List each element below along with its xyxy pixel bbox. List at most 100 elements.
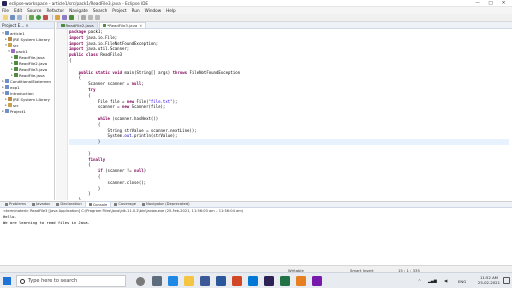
editor-tab-readfile3[interactable]: *ReadFile3.java ✕: [98, 22, 147, 28]
src-icon: [8, 43, 12, 47]
firefox-icon[interactable]: [296, 276, 306, 286]
tree-item[interactable]: ▸ Project1: [0, 108, 54, 114]
tab-coverage[interactable]: Coverage: [111, 201, 139, 207]
tab-problems[interactable]: Problems: [2, 201, 29, 207]
menu-help[interactable]: Help: [166, 8, 176, 13]
maximize-button[interactable]: □: [484, 1, 497, 6]
save-icon[interactable]: [10, 15, 15, 20]
code-keyword: throws: [172, 69, 188, 75]
notifications-icon[interactable]: [503, 277, 510, 284]
code-keyword: finally: [88, 156, 106, 162]
tab-navigator-deprecated[interactable]: Navigator (Deprecated): [139, 201, 193, 207]
code-text: }: [69, 197, 82, 200]
view-icon: [142, 202, 145, 206]
tab-label: Javadoc: [36, 202, 51, 206]
editor-tab-readfile2[interactable]: ReadFile2.java: [57, 22, 98, 28]
clock-date: 25-02-2021: [477, 279, 500, 285]
menu-edit[interactable]: Edit: [14, 8, 22, 13]
code-keyword: import: [69, 46, 84, 52]
cortana-icon[interactable]: [136, 276, 145, 286]
code-text: }: [69, 185, 101, 191]
close-icon[interactable]: ✕: [25, 23, 28, 28]
code-keyword: null: [134, 168, 144, 174]
new-class-icon[interactable]: [69, 15, 74, 20]
language-indicator[interactable]: ENG: [458, 279, 466, 288]
forward-icon[interactable]: [95, 15, 100, 20]
code-text: }: [69, 139, 101, 145]
menu-file[interactable]: File: [2, 8, 9, 13]
tab-javadoc[interactable]: Javadoc: [29, 201, 53, 207]
menu-search[interactable]: Search: [93, 8, 107, 13]
menu-navigate[interactable]: Navigate: [69, 8, 88, 13]
java-icon: [14, 73, 18, 77]
menu-window[interactable]: Window: [145, 8, 162, 13]
run-icon[interactable]: [36, 15, 41, 20]
code-string: "file.txt": [148, 98, 173, 104]
powerpoint-icon[interactable]: [232, 276, 242, 286]
window-title: eclipse-workspace - article1/src/pack1/R…: [9, 0, 149, 6]
word-icon[interactable]: [216, 276, 226, 286]
tree-item-label: JRE System Library: [13, 96, 50, 102]
menu-project[interactable]: Project: [112, 8, 126, 13]
code-text: main(String[] args): [122, 69, 173, 75]
code-text: }: [69, 191, 91, 197]
menu-refactor[interactable]: Refactor: [47, 8, 65, 13]
code-text: {: [69, 57, 72, 63]
volume-icon[interactable]: ◀): [444, 278, 448, 288]
new-package-icon[interactable]: [62, 15, 67, 20]
file-explorer-icon[interactable]: [184, 276, 194, 286]
menu-run[interactable]: Run: [132, 8, 140, 13]
back-icon[interactable]: [88, 15, 93, 20]
new-icon[interactable]: [3, 15, 8, 20]
project-explorer-label: Project E...: [2, 22, 25, 28]
excel-icon[interactable]: [280, 276, 290, 286]
code-area[interactable]: 1package pack1;2import java.io.File;3imp…: [69, 29, 509, 200]
mail-icon[interactable]: [248, 276, 258, 286]
new-java-project-icon[interactable]: [55, 15, 60, 20]
proj-icon: [5, 109, 9, 113]
code-field: out: [124, 133, 132, 139]
console-view[interactable]: <terminated> ReadFile3 [Java Application…: [0, 208, 512, 265]
external-tools-icon[interactable]: [43, 15, 48, 20]
main-toolbar: [0, 14, 512, 22]
debug-icon[interactable]: [29, 15, 34, 20]
store-icon[interactable]: [200, 276, 210, 286]
code-keyword: void: [112, 69, 123, 75]
search-icon[interactable]: [81, 15, 86, 20]
code-editor[interactable]: 1package pack1;2import java.io.File;3imp…: [56, 29, 512, 200]
tree-item-label: Project1: [10, 108, 26, 114]
view-icon: [56, 202, 60, 206]
taskbar-search-box[interactable]: Type here to search: [16, 275, 126, 287]
network-icon[interactable]: ▂▄▆: [428, 278, 437, 288]
tab-declaration[interactable]: Declaration: [53, 201, 84, 207]
task-view-icon[interactable]: [152, 276, 162, 286]
view-icon: [114, 202, 118, 206]
save-all-icon[interactable]: [17, 15, 22, 20]
close-button[interactable]: ✕: [497, 1, 510, 6]
code-text: {: [69, 75, 82, 81]
menu-bar: File Edit Source Refactor Navigate Searc…: [0, 7, 512, 14]
windows-start-button[interactable]: [3, 277, 11, 285]
eclipse-taskbar-icon[interactable]: [264, 276, 274, 286]
project-tree: ▾ article1 ▸ JRE System Library ▾ src ▾ pack1 ▸ R…: [0, 29, 54, 114]
code-line[interactable]: 30 }: [69, 197, 509, 200]
editor-tab-label: *ReadFile3.java: [107, 23, 138, 28]
menu-source[interactable]: Source: [27, 8, 41, 13]
taskbar-clock[interactable]: 11:52 AM 25-02-2021: [477, 275, 500, 286]
code-text: pack1;: [85, 29, 103, 34]
tray-chevron-icon[interactable]: ^: [418, 278, 421, 288]
search-icon: [20, 278, 25, 284]
tab-console[interactable]: Console: [84, 201, 112, 207]
minimize-button[interactable]: —: [471, 1, 484, 6]
code-text: scanner.close();: [69, 179, 147, 185]
code-keyword: null: [131, 81, 142, 87]
onenote-icon[interactable]: [312, 276, 322, 286]
project-explorer-tab[interactable]: Project E... ✕: [0, 22, 54, 29]
edge-icon[interactable]: [168, 276, 178, 286]
line-number-gutter: [56, 29, 68, 200]
code-text: java.io.FileNotFoundException;: [83, 40, 159, 46]
close-icon[interactable]: ✕: [139, 24, 142, 28]
tree-item-label: ReadFile3.java: [19, 66, 48, 72]
